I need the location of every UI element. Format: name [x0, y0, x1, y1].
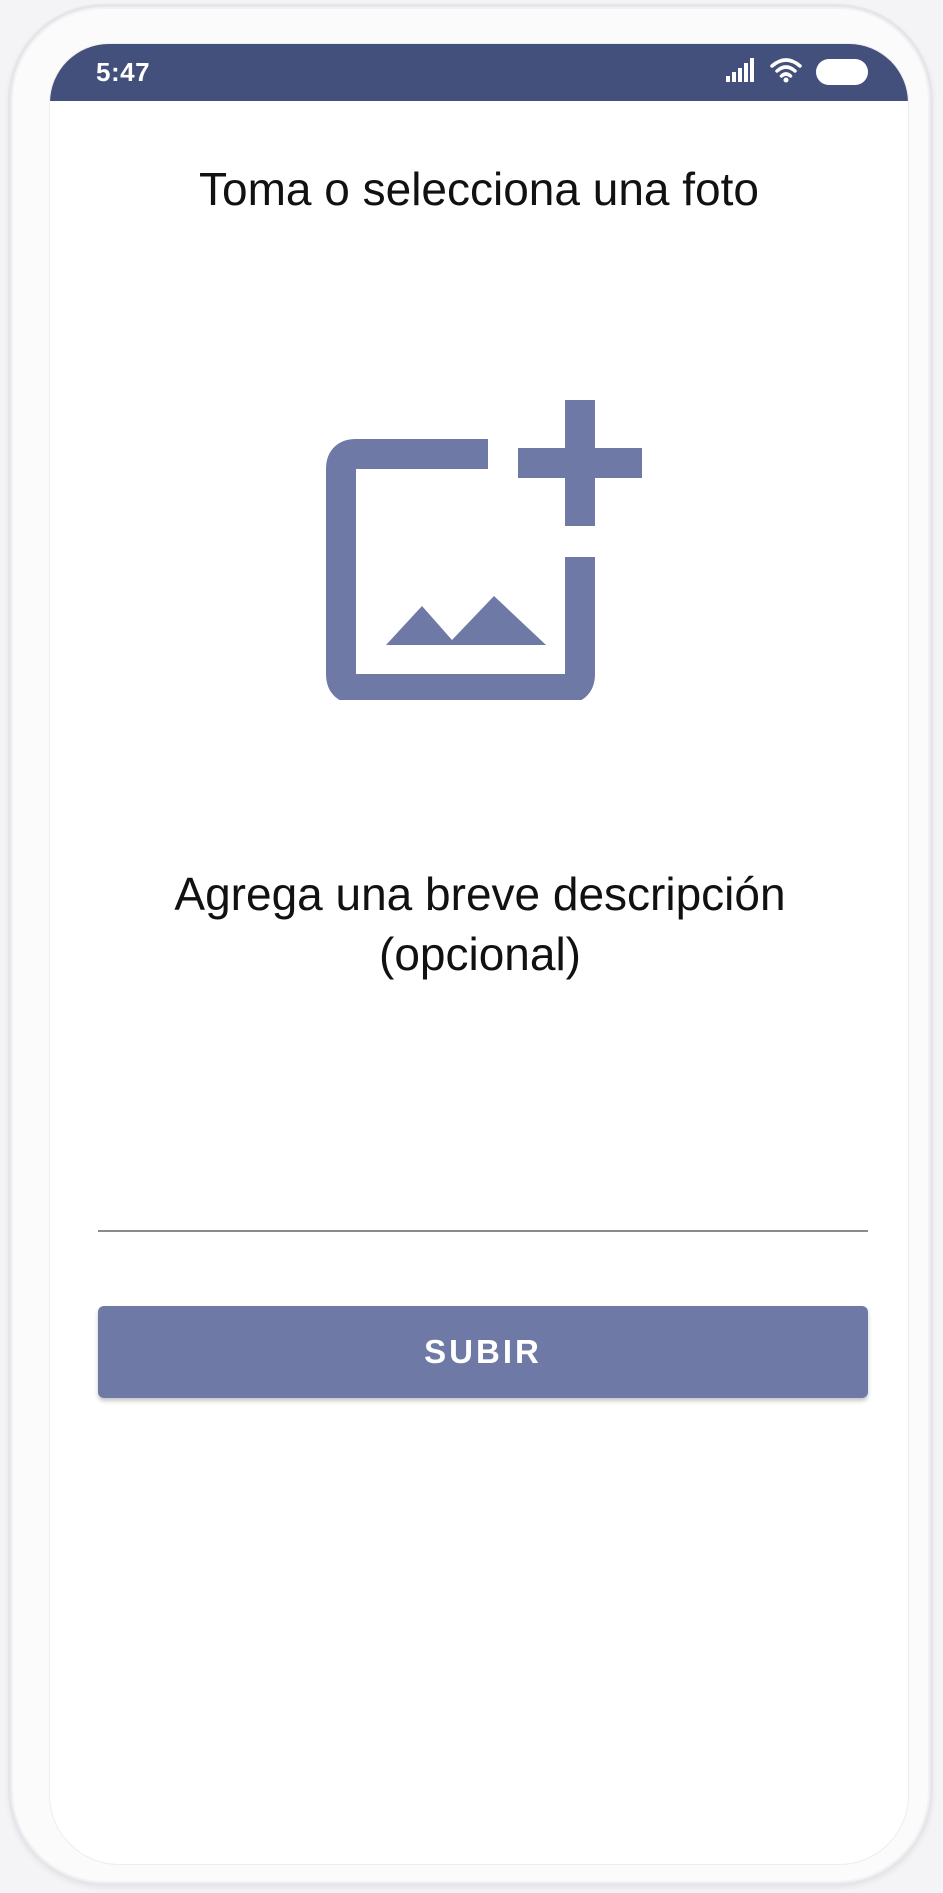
phone-frame: 5:47 Toma o selecciona una foto Agrega u… — [8, 4, 933, 1886]
signal-icon — [726, 57, 756, 87]
status-bar: 5:47 — [50, 44, 908, 101]
status-time: 5:47 — [96, 57, 151, 87]
description-input[interactable] — [98, 1142, 868, 1232]
upload-button[interactable]: SUBIR — [98, 1306, 868, 1398]
battery-icon — [816, 59, 868, 85]
description-label: Agrega una breve descripción (opcional) — [174, 868, 786, 980]
status-icons — [726, 57, 868, 87]
add-photo-icon[interactable] — [326, 362, 646, 704]
wifi-icon — [770, 57, 802, 88]
phone-screen: 5:47 Toma o selecciona una foto Agrega u… — [49, 43, 909, 1865]
page-title: Toma o selecciona una foto — [198, 163, 760, 215]
